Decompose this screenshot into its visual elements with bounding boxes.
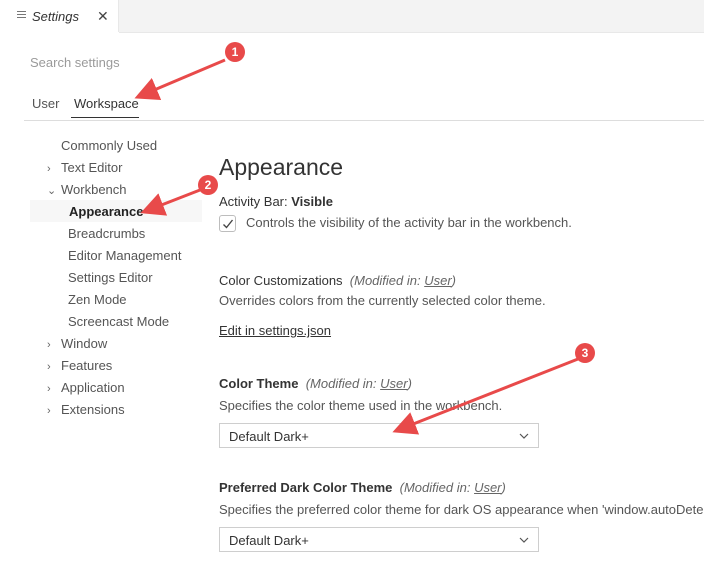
toc-item-commonly-used[interactable]: Commonly Used <box>61 136 157 158</box>
chevron-right-icon: › <box>47 339 51 351</box>
toc-item-label: Zen Mode <box>68 292 127 307</box>
toc-item-label: Editor Management <box>68 248 182 263</box>
modified-suffix: ) <box>501 480 506 495</box>
activity-bar-visible-checkbox[interactable] <box>219 215 236 232</box>
edit-in-settings-json-link[interactable]: Edit in settings.json <box>219 323 331 338</box>
tab-workspace[interactable]: Workspace <box>74 96 139 111</box>
tab-active-indicator <box>0 32 119 33</box>
preferred-dark-theme-select[interactable]: Default Dark+ <box>219 527 539 552</box>
setting-title-text: Color Customizations <box>219 273 343 288</box>
tab-bar-divider <box>119 32 704 33</box>
modified-indicator: (Modified in: User) <box>400 480 506 495</box>
tab-title: Settings <box>32 9 79 24</box>
toc-item-zen-mode[interactable]: Zen Mode <box>68 290 127 312</box>
annotation-badge-2: 2 <box>198 175 218 195</box>
setting-description: Overrides colors from the currently sele… <box>219 293 546 308</box>
chevron-right-icon: › <box>47 383 51 395</box>
close-icon[interactable]: ✕ <box>97 8 109 25</box>
select-value: Default Dark+ <box>229 533 309 548</box>
toc-item-label: Text Editor <box>61 160 123 175</box>
toc-item-window[interactable]: › Window <box>47 334 107 356</box>
modified-suffix: ) <box>407 376 412 391</box>
setting-title-activity-bar: Activity Bar: Visible <box>219 194 333 209</box>
setting-title-prefix: Activity Bar: <box>219 194 292 209</box>
toc-item-label: Window <box>61 336 108 351</box>
setting-title-text: Color Theme <box>219 376 299 391</box>
setting-title-value: Visible <box>291 194 333 209</box>
modified-prefix: (Modified in: <box>349 273 425 288</box>
toc-item-label: Application <box>61 380 125 395</box>
modified-indicator: (Modified in: User) <box>306 376 412 391</box>
setting-title-color-customizations: Color Customizations (Modified in: User) <box>219 273 456 288</box>
toc-item-label: Appearance <box>69 204 144 219</box>
toc-item-label: Commonly Used <box>61 138 158 153</box>
modified-in-user-link[interactable]: User <box>380 376 407 391</box>
toc-item-label: Workbench <box>61 182 127 197</box>
select-value: Default Dark+ <box>229 429 309 444</box>
chevron-down-icon: ⌄ <box>47 185 57 197</box>
checkmark-icon <box>223 219 234 229</box>
modified-in-user-link[interactable]: User <box>424 273 451 288</box>
toc-item-label: Settings Editor <box>68 270 153 285</box>
setting-description: Controls the visibility of the activity … <box>246 215 572 230</box>
toc-item-editor-management[interactable]: Editor Management <box>68 246 181 268</box>
toc-item-label: Breadcrumbs <box>68 226 146 241</box>
color-theme-select[interactable]: Default Dark+ <box>219 423 539 448</box>
chevron-down-icon <box>519 537 529 543</box>
annotation-badge-3: 3 <box>575 343 595 363</box>
toc-item-extensions[interactable]: › Extensions <box>47 400 125 422</box>
annotation-badge-1: 1 <box>225 42 245 62</box>
toc-item-label: Features <box>61 358 113 373</box>
toc-item-text-editor[interactable]: › Text Editor <box>47 158 122 180</box>
toc-item-breadcrumbs[interactable]: Breadcrumbs <box>68 224 145 246</box>
tab-workspace-indicator <box>71 117 139 118</box>
chevron-right-icon: › <box>47 405 51 417</box>
chevron-right-icon: › <box>47 361 51 373</box>
toc-item-application[interactable]: › Application <box>47 378 125 400</box>
annotation-arrow-1 <box>134 58 226 101</box>
toc-item-workbench[interactable]: ⌄ Workbench <box>47 180 127 202</box>
toc-item-label: Extensions <box>61 402 125 417</box>
toc-item-label: Screencast Mode <box>68 314 170 329</box>
setting-title-color-theme: Color Theme (Modified in: User) <box>219 376 412 391</box>
modified-prefix: (Modified in: <box>399 480 475 495</box>
annotation-arrow-3 <box>392 357 579 435</box>
modified-prefix: (Modified in: <box>305 376 381 391</box>
setting-title-preferred-dark-color-theme: Preferred Dark Color Theme (Modified in:… <box>219 480 506 495</box>
chevron-down-icon <box>519 433 529 439</box>
toc-item-screencast-mode[interactable]: Screencast Mode <box>68 312 169 334</box>
search-input[interactable]: Search settings <box>30 55 120 70</box>
toc-item-settings-editor[interactable]: Settings Editor <box>68 268 153 290</box>
modified-in-user-link[interactable]: User <box>474 480 501 495</box>
setting-description: Specifies the preferred color theme for … <box>219 502 704 517</box>
modified-indicator: (Modified in: User) <box>350 273 456 288</box>
list-icon <box>17 11 26 21</box>
chevron-right-icon: › <box>47 163 51 175</box>
toc-item-appearance[interactable]: Appearance <box>69 202 143 224</box>
section-heading: Appearance <box>219 154 344 180</box>
tab-settings[interactable]: Settings ✕ <box>0 0 119 33</box>
scope-tabs: User Workspace <box>24 95 704 121</box>
tab-user[interactable]: User <box>32 96 59 111</box>
toc-item-features[interactable]: › Features <box>47 356 112 378</box>
modified-suffix: ) <box>451 273 456 288</box>
setting-description: Specifies the color theme used in the wo… <box>219 398 503 413</box>
editor-tab-bar: Settings ✕ <box>0 0 704 33</box>
setting-title-text: Preferred Dark Color Theme <box>219 480 393 495</box>
